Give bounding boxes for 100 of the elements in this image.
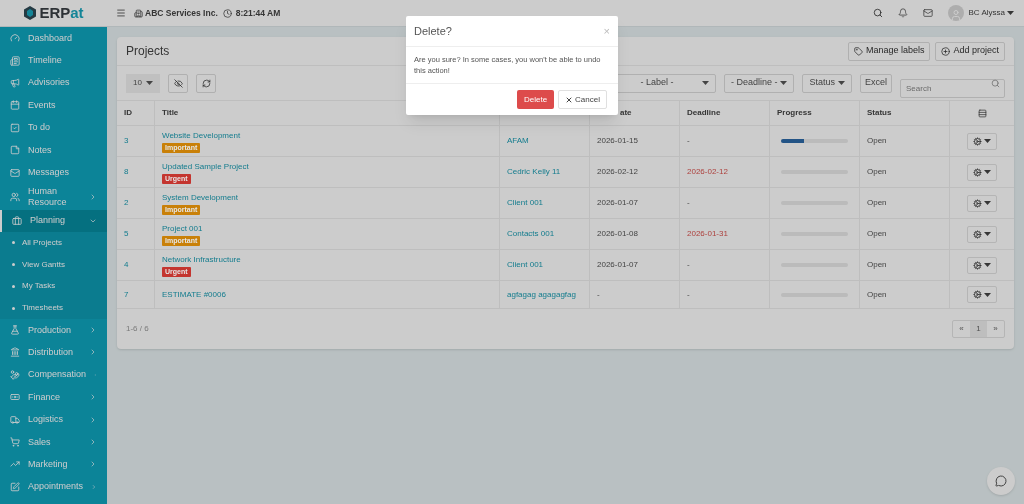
sidebar-item[interactable]: Finance [0, 386, 107, 409]
sidebar-item[interactable]: Compensation [0, 363, 107, 387]
row-actions-button[interactable] [967, 194, 997, 212]
bullet-icon [12, 284, 15, 288]
sidebar-item[interactable]: Advisories [0, 71, 107, 95]
status-text: Open [867, 259, 887, 271]
project-id-link[interactable]: 5 [124, 228, 129, 240]
client-link[interactable]: Client 001 [507, 197, 544, 209]
client-link[interactable]: agfagag agagagfag [507, 288, 576, 301]
submenu-item[interactable]: My Tasks [0, 275, 107, 298]
sidebar-item[interactable]: To do [0, 116, 107, 139]
deadline: - [687, 197, 690, 209]
sidebar-item[interactable]: Events [0, 94, 107, 117]
close-button[interactable]: × [603, 22, 610, 40]
sidebar-item[interactable]: Timeline [0, 49, 107, 72]
client-link[interactable]: Cedric Kelly 11 [507, 166, 561, 178]
cancel-button[interactable]: Cancel [558, 90, 607, 109]
refresh-button[interactable] [196, 73, 216, 93]
logo: ERPat [0, 1, 107, 25]
cogs-icon [973, 260, 982, 270]
caret-icon [145, 81, 153, 85]
project-id-link[interactable]: 7 [124, 288, 129, 301]
status-filter[interactable]: Status [802, 73, 852, 93]
caret-icon [701, 81, 709, 85]
deadline: - [687, 259, 690, 271]
column-header: Title [162, 107, 179, 119]
caret-icon [984, 292, 991, 297]
sidebar-item[interactable]: Distribution [0, 341, 107, 364]
start-date: 2026-01-07 [597, 197, 638, 209]
sidebar-item[interactable]: Planning [0, 209, 107, 233]
sidebar-item[interactable]: Production [0, 318, 107, 342]
caret-icon [780, 81, 788, 85]
submenu-item[interactable]: View Gantts [0, 253, 107, 276]
previous-page-button[interactable]: « [953, 321, 970, 337]
project-title-link[interactable]: Updated Sample Project [162, 160, 249, 173]
status-text: Open [867, 228, 887, 240]
start-date: 2026-01-07 [597, 259, 638, 271]
excel-button[interactable]: Excel [860, 73, 892, 93]
project-id-link[interactable]: 4 [124, 259, 129, 271]
logo-icon [23, 6, 38, 20]
deadline: 2026-02-12 [687, 166, 728, 178]
mail-icon[interactable] [922, 8, 933, 18]
next-page-button[interactable]: » [987, 321, 1004, 337]
column-header: Progress [777, 107, 812, 119]
bullet-icon [12, 241, 15, 245]
submenu-item[interactable]: Timesheets [0, 297, 107, 319]
status-text: Open [867, 197, 887, 209]
project-id-link[interactable]: 3 [124, 135, 129, 147]
clock-time: 8:21:44 AM [235, 6, 281, 20]
sidebar-item[interactable]: Notes [0, 138, 107, 162]
start-date: 2026-02-12 [597, 166, 638, 178]
deadline-filter[interactable]: - Deadline - [723, 73, 795, 93]
project-title-link[interactable]: Network Infrastructure [162, 253, 241, 266]
column-header: Deadline [687, 107, 721, 119]
project-id-link[interactable]: 8 [124, 166, 129, 178]
manage-labels-button[interactable]: Manage labels [847, 41, 931, 61]
page-size-select[interactable]: 10 [126, 73, 160, 93]
sidebar-item[interactable]: Dashboard [0, 27, 107, 50]
sidebar-item[interactable]: Marketing [0, 453, 107, 476]
user-menu[interactable]: BC Alyssa [968, 7, 1014, 19]
deadline: 2026-01-31 [687, 228, 728, 240]
row-actions-button[interactable] [967, 286, 997, 303]
delete-button[interactable]: Delete [516, 90, 555, 109]
start-date: 2026-01-08 [597, 228, 638, 240]
row-actions-button[interactable] [967, 132, 997, 150]
status-text: Open [867, 135, 887, 147]
add-project-button[interactable]: Add project [935, 41, 1005, 61]
sidebar-item[interactable]: Sales [0, 430, 107, 454]
sidebar-item[interactable]: Messages [0, 161, 107, 184]
column-header: ate [620, 107, 632, 119]
search-icon[interactable] [872, 8, 883, 18]
sidebar-item[interactable]: Logistics [0, 408, 107, 431]
tag-icon [853, 46, 863, 56]
project-title-link[interactable]: System Development [162, 191, 239, 204]
column-header: Status [867, 107, 892, 119]
search-field[interactable]: Search [900, 78, 1005, 98]
columns-menu-icon[interactable] [977, 108, 987, 118]
row-actions-button[interactable] [967, 256, 997, 274]
eye-off-icon [173, 78, 183, 88]
row-actions-button[interactable] [967, 163, 997, 181]
project-id-link[interactable]: 2 [124, 197, 129, 209]
bell-icon[interactable] [897, 8, 908, 18]
project-title-link[interactable]: Website Development [162, 129, 241, 142]
sidebar-item[interactable]: Appointments [0, 475, 107, 498]
row-actions-button[interactable] [967, 225, 997, 243]
column-visibility-button[interactable] [168, 73, 188, 93]
client-link[interactable]: Contacts 001 [507, 228, 555, 240]
close-icon [565, 95, 574, 104]
sidebar-item[interactable]: Human Resource [0, 183, 107, 210]
client-link[interactable]: AFAM [507, 135, 529, 147]
building-icon [134, 8, 143, 18]
record-count: 1-6 / 6 [126, 323, 150, 335]
cogs-icon [973, 136, 982, 146]
cogs-icon [973, 198, 982, 208]
project-title-link[interactable]: Project 001 [162, 222, 203, 235]
submenu-item[interactable]: All Projects [0, 232, 107, 254]
project-title-link[interactable]: ESTIMATE #0006 [162, 288, 226, 301]
page-button[interactable]: 1 [970, 321, 987, 337]
chat-button[interactable] [987, 467, 1015, 495]
client-link[interactable]: Client 001 [507, 259, 544, 271]
